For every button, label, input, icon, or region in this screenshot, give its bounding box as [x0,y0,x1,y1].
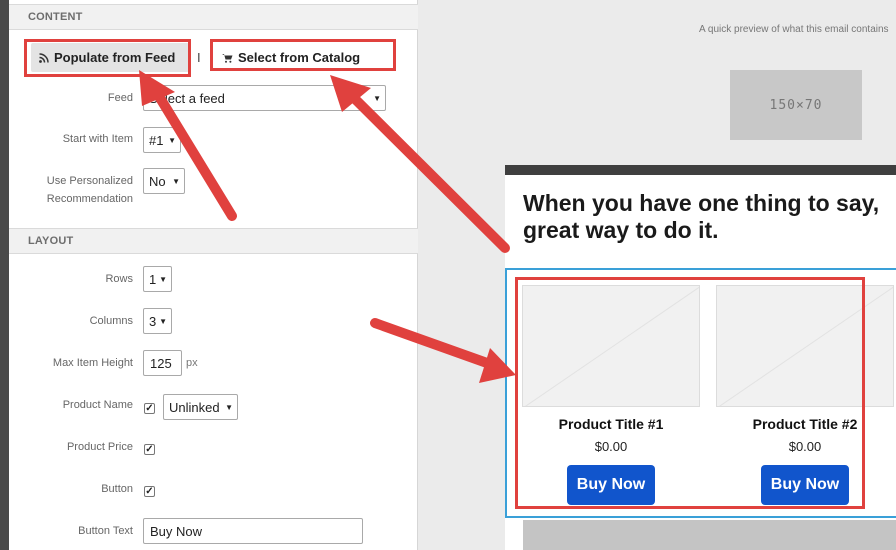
image-placeholder[interactable]: 150×70 [730,70,862,140]
button-separator: I [197,50,201,65]
button-toggle-label: Button [101,483,133,495]
rows-value: 1 [149,271,157,287]
product-price-checkbox[interactable]: ✓ [144,444,155,455]
button-text-label: Button Text [78,525,133,537]
product-image-placeholder [716,285,894,407]
product-name-label: Product Name [62,399,133,411]
populate-from-feed-button[interactable]: Populate from Feed [31,43,189,72]
columns-label: Columns [89,315,133,327]
personalized-value: No [149,173,166,189]
product-name-link-select[interactable]: Unlinked ▼ [163,394,238,420]
left-rail [0,0,9,550]
buy-now-button[interactable]: Buy Now [567,465,655,505]
rows-select[interactable]: 1 ▼ [143,266,172,292]
content-section-header[interactable]: CONTENT [9,4,418,30]
feed-select-value: Select a feed [149,90,225,106]
personalized-label-line1: Use Personalized [46,175,133,187]
cart-icon [222,53,233,63]
personalized-label-line2: Recommendation [46,193,133,205]
personalized-select[interactable]: No ▼ [143,168,185,194]
chevron-down-icon: ▼ [168,135,176,145]
product-name-checkbox[interactable]: ✓ [144,403,155,414]
email-top-bar [505,165,896,175]
chevron-down-icon: ▼ [159,274,167,284]
product-name-link-value: Unlinked [169,399,220,415]
populate-from-feed-label: Populate from Feed [54,50,176,65]
product-card[interactable]: Product Title #2 $0.00 Buy Now [716,285,894,505]
start-item-value: #1 [149,132,164,148]
rss-icon [39,52,49,63]
product-card[interactable]: Product Title #1 $0.00 Buy Now [522,285,700,505]
rows-label: Rows [105,273,133,285]
buy-now-button[interactable]: Buy Now [761,465,849,505]
columns-select[interactable]: 3 ▼ [143,308,172,334]
next-block-placeholder [523,520,896,550]
preview-caption: A quick preview of what this email conta… [699,24,889,35]
product-price-label: Product Price [66,441,133,453]
chevron-down-icon: ▼ [172,176,180,186]
start-item-select[interactable]: #1 ▼ [143,127,181,153]
product-price: $0.00 [788,439,822,454]
max-height-unit: px [186,357,198,369]
feed-label: Feed [107,92,133,104]
feed-select[interactable]: Select a feed ▼ [143,85,386,111]
max-height-label: Max Item Height [52,357,133,369]
layout-section-header[interactable]: LAYOUT [9,228,418,254]
settings-panel: CONTENT Populate from Feed I Select from… [9,0,418,550]
select-from-catalog-button[interactable]: Select from Catalog [214,43,394,72]
chevron-down-icon: ▼ [373,93,381,103]
select-from-catalog-label: Select from Catalog [238,50,361,65]
chevron-down-icon: ▼ [159,316,167,326]
personalized-label: Use Personalized Recommendation [9,172,133,208]
product-price: $0.00 [594,439,628,454]
email-heading[interactable]: When you have one thing to say, great wa… [523,190,896,244]
product-image-placeholder [522,285,700,407]
product-title: Product Title #1 [558,416,664,432]
max-height-input[interactable]: 125 [143,350,182,376]
start-item-label: Start with Item [62,133,133,145]
chevron-down-icon: ▼ [225,402,233,412]
button-checkbox[interactable]: ✓ [144,486,155,497]
columns-value: 3 [149,313,157,329]
button-text-input[interactable]: Buy Now [143,518,363,544]
product-title: Product Title #2 [752,416,858,432]
